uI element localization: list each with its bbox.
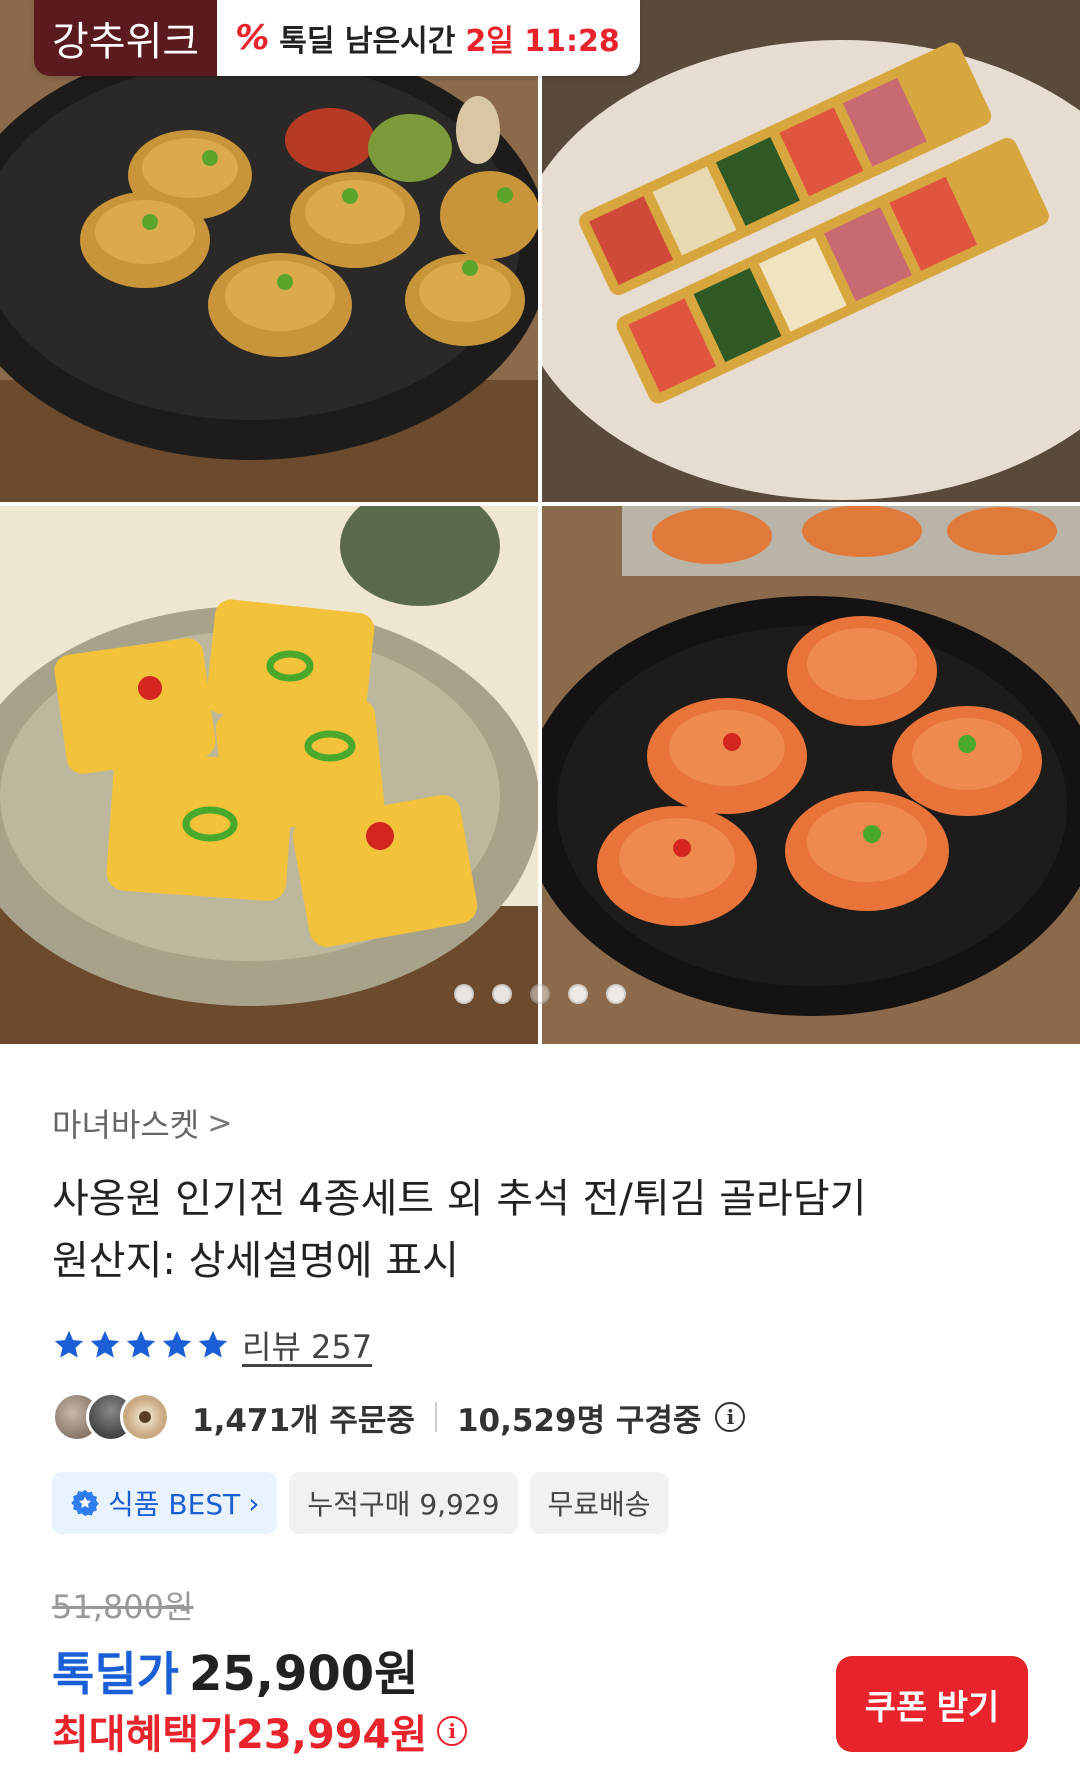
cumulative-purchase-tag: 누적구매 9,929 <box>289 1472 518 1534</box>
star-icon <box>126 1330 156 1358</box>
pagination-dot[interactable] <box>492 984 512 1004</box>
product-tags: 식품 BEST › 누적구매 9,929 무료배송 <box>52 1472 669 1534</box>
star-icon <box>90 1330 120 1358</box>
avatar <box>120 1392 170 1442</box>
percent-icon: % <box>235 18 270 58</box>
star-icon <box>54 1330 84 1358</box>
store-name: 마녀바스켓 <box>52 1106 200 1144</box>
deal-price: 25,900원 <box>188 1646 419 1702</box>
ordering-count: 1,471개 주문중 <box>192 1402 415 1439</box>
chevron-right-icon: > <box>207 1105 233 1141</box>
star-rating <box>52 1328 230 1362</box>
social-proof-row: 1,471개 주문중 10,529명 구경중 i <box>52 1392 746 1442</box>
product-title-line-1: 사옹원 인기전 4종세트 외 추석 전/튀김 골라담기 <box>52 1176 867 1222</box>
promo-brand-label: 강추위크 <box>34 0 218 76</box>
divider <box>434 1402 437 1432</box>
browsing-count: 10,529명 구경중 <box>456 1402 702 1439</box>
max-benefit-price: 최대혜택가23,994원 <box>52 1712 428 1758</box>
food-best-tag[interactable]: 식품 BEST › <box>52 1472 278 1534</box>
store-link[interactable]: 마녀바스켓 > <box>52 1100 232 1146</box>
pagination-dot[interactable] <box>454 984 474 1004</box>
star-icon <box>162 1330 192 1358</box>
star-icon <box>198 1330 228 1358</box>
deal-price-row: 톡딜가 25,900원 <box>52 1634 418 1704</box>
pagination-dot[interactable] <box>568 984 588 1004</box>
original-price: 51,800원 <box>52 1588 194 1626</box>
review-count-link[interactable]: 리뷰 257 <box>242 1322 372 1368</box>
buyer-avatars <box>52 1392 170 1442</box>
countdown-label: 톡딜 남은시간 <box>279 24 456 59</box>
info-icon[interactable]: i <box>437 1716 468 1746</box>
max-benefit-row: 최대혜택가23,994원 i <box>52 1702 468 1760</box>
product-title: 사옹원 인기전 4종세트 외 추석 전/튀김 골라담기 원산지: 상세설명에 표… <box>52 1168 1012 1292</box>
pagination-dot[interactable] <box>606 984 626 1004</box>
product-title-line-2: 원산지: 상세설명에 표시 <box>52 1238 459 1284</box>
food-photo-fish-jeon <box>0 506 538 1044</box>
info-icon[interactable]: i <box>715 1402 746 1432</box>
countdown-time: 2일 11:28 <box>465 24 620 59</box>
gallery-image-3 <box>0 506 538 1044</box>
promo-banner[interactable]: 강추위크 % 톡딜 남은시간 2일 11:28 <box>34 0 640 76</box>
food-photo-kimchi-jeon <box>542 506 1080 1044</box>
deal-countdown: % 톡딜 남은시간 2일 11:28 <box>217 0 640 76</box>
rating-row: 리뷰 257 <box>52 1322 372 1368</box>
gallery-pagination[interactable] <box>0 984 1080 1004</box>
pagination-dot[interactable] <box>530 984 550 1004</box>
free-shipping-tag: 무료배송 <box>529 1472 669 1534</box>
food-best-label: 식품 BEST <box>108 1488 241 1521</box>
gallery-image-4 <box>542 506 1080 1044</box>
badge-icon <box>71 1489 99 1517</box>
product-image-gallery[interactable]: 강추위크 % 톡딜 남은시간 2일 11:28 <box>0 0 1080 1044</box>
deal-price-label: 톡딜가 <box>52 1647 179 1701</box>
chevron-right-icon: › <box>248 1486 260 1520</box>
get-coupon-button[interactable]: 쿠폰 받기 <box>836 1656 1028 1752</box>
